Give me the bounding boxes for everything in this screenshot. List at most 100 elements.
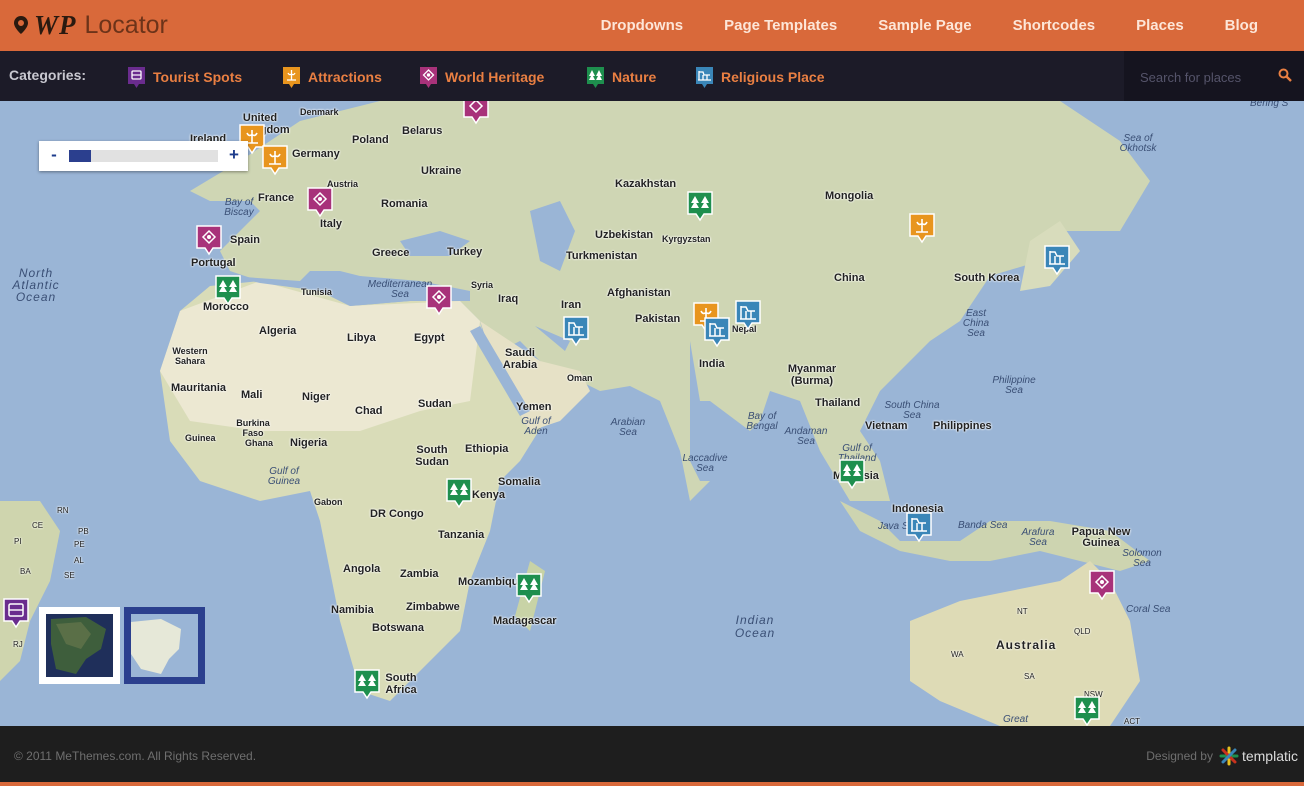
world-heritage-marker[interactable]	[306, 186, 334, 218]
nature-marker[interactable]	[838, 458, 866, 490]
site-header: WP Locator Dropdowns Page Templates Samp…	[0, 0, 1304, 51]
fountain-icon	[283, 66, 300, 88]
sea-label: Bay of Bengal	[746, 411, 778, 432]
country-label: Algeria	[259, 325, 297, 337]
map-thumbnail	[131, 614, 198, 677]
country-label: Kyrgyzstan	[662, 234, 711, 244]
country-label: Romania	[381, 198, 428, 210]
world-heritage-marker[interactable]	[1088, 569, 1116, 601]
templatic-brand: templatic	[1241, 748, 1298, 764]
country-label: Kazakhstan	[615, 178, 677, 190]
country-label: Iraq	[498, 293, 519, 305]
zoom-control: - +	[39, 141, 248, 171]
country-label: Yemen	[516, 401, 552, 413]
zoom-in-button[interactable]: +	[224, 145, 244, 165]
zoom-slider-fill	[69, 150, 92, 162]
heritage-icon	[420, 66, 437, 88]
country-label: Chad	[355, 405, 383, 417]
country-label: Egypt	[414, 332, 445, 344]
nav-dropdowns[interactable]: Dropdowns	[601, 17, 684, 34]
religious-place-marker[interactable]	[562, 315, 590, 347]
sea-label: Arafura Sea	[1021, 527, 1055, 548]
country-label: Vietnam	[865, 420, 908, 432]
ocean-label: North Atlantic Ocean	[12, 266, 60, 304]
category-religious-place[interactable]: Religious Place	[695, 65, 824, 89]
state-label: CE	[32, 521, 44, 530]
bottom-accent-bar	[0, 782, 1304, 786]
category-attractions[interactable]: Attractions	[282, 65, 382, 89]
country-label: Philippines	[933, 420, 992, 432]
category-world-heritage[interactable]: World Heritage	[419, 65, 544, 89]
state-label: QLD	[1074, 627, 1091, 636]
nature-marker[interactable]	[353, 668, 381, 700]
zoom-out-button[interactable]: -	[44, 145, 64, 165]
nav-shortcodes[interactable]: Shortcodes	[1013, 17, 1096, 34]
ocean-label: Indian Ocean	[734, 613, 776, 640]
category-label: Nature	[612, 69, 657, 85]
category-label: Attractions	[308, 69, 382, 85]
state-label: RN	[57, 506, 69, 515]
state-label: SA	[1024, 672, 1035, 681]
country-label: Ukraine	[421, 165, 462, 177]
nature-marker[interactable]	[214, 274, 242, 306]
zoom-slider[interactable]	[69, 150, 218, 162]
country-label: Western Sahara	[172, 346, 208, 366]
country-label: DR Congo	[370, 508, 424, 520]
country-label: Germany	[292, 148, 340, 160]
map-canvas[interactable]: North Atlantic Ocean Indian Ocean United…	[0, 101, 1304, 726]
country-label: Libya	[347, 332, 376, 344]
country-label: Pakistan	[635, 313, 681, 325]
religious-place-marker[interactable]	[703, 316, 731, 348]
country-label: Guinea	[185, 433, 216, 443]
country-label: Tanzania	[438, 529, 485, 541]
country-label: Poland	[352, 134, 389, 146]
nav-places[interactable]: Places	[1136, 17, 1184, 34]
nature-marker[interactable]	[686, 190, 714, 222]
sea-label: Gulf of Guinea	[267, 466, 301, 487]
world-heritage-marker[interactable]	[462, 101, 490, 125]
state-label: PB	[78, 527, 89, 536]
country-label: Belarus	[402, 125, 443, 137]
sea-label: Banda Sea	[958, 520, 1008, 531]
location-pin-icon	[14, 16, 28, 34]
search-input[interactable]	[1140, 66, 1270, 88]
country-label: Turkmenistan	[566, 250, 638, 262]
country-label: Syria	[471, 280, 494, 290]
sea-label: Coral Sea	[1126, 604, 1171, 615]
map-type-satellite[interactable]	[39, 607, 120, 684]
templatic-logo-icon	[1219, 746, 1239, 766]
copyright-text: © 2011 MeThemes.com. All Rights Reserved…	[14, 749, 257, 763]
country-label: Mali	[241, 389, 263, 401]
tourist-spots-marker[interactable]	[2, 597, 30, 629]
nav-sample-page[interactable]: Sample Page	[878, 17, 971, 34]
map-type-map[interactable]	[124, 607, 205, 684]
country-label: Tunisia	[301, 287, 332, 297]
religious-place-marker[interactable]	[1043, 244, 1071, 276]
nature-marker[interactable]	[445, 477, 473, 509]
designed-by[interactable]: Designed by templatic	[1146, 746, 1298, 766]
sea-label: Gulf of Aden	[521, 416, 551, 437]
nature-marker[interactable]	[515, 572, 543, 604]
state-label: BA	[20, 567, 31, 576]
state-label: ACT	[1124, 717, 1140, 726]
attractions-marker[interactable]	[261, 144, 289, 176]
nav-page-templates[interactable]: Page Templates	[724, 17, 837, 34]
attractions-marker[interactable]	[908, 212, 936, 244]
category-tourist-spots[interactable]: Tourist Spots	[127, 65, 242, 89]
trees-icon	[587, 66, 604, 88]
country-label: Madagascar	[493, 615, 557, 627]
site-footer: © 2011 MeThemes.com. All Rights Reserved…	[0, 726, 1304, 782]
country-label: South Korea	[954, 272, 1020, 284]
country-label: Somalia	[498, 476, 541, 488]
site-logo[interactable]: WP Locator	[14, 10, 168, 40]
religious-place-marker[interactable]	[734, 299, 762, 331]
nav-blog[interactable]: Blog	[1225, 17, 1258, 34]
nature-marker[interactable]	[1073, 695, 1101, 726]
religious-place-marker[interactable]	[905, 511, 933, 543]
world-heritage-marker[interactable]	[425, 284, 453, 316]
world-heritage-marker[interactable]	[195, 224, 223, 256]
designed-by-label: Designed by	[1146, 749, 1213, 763]
category-nature[interactable]: Nature	[586, 65, 656, 89]
state-label: AL	[74, 556, 84, 565]
search-icon[interactable]	[1278, 68, 1292, 82]
